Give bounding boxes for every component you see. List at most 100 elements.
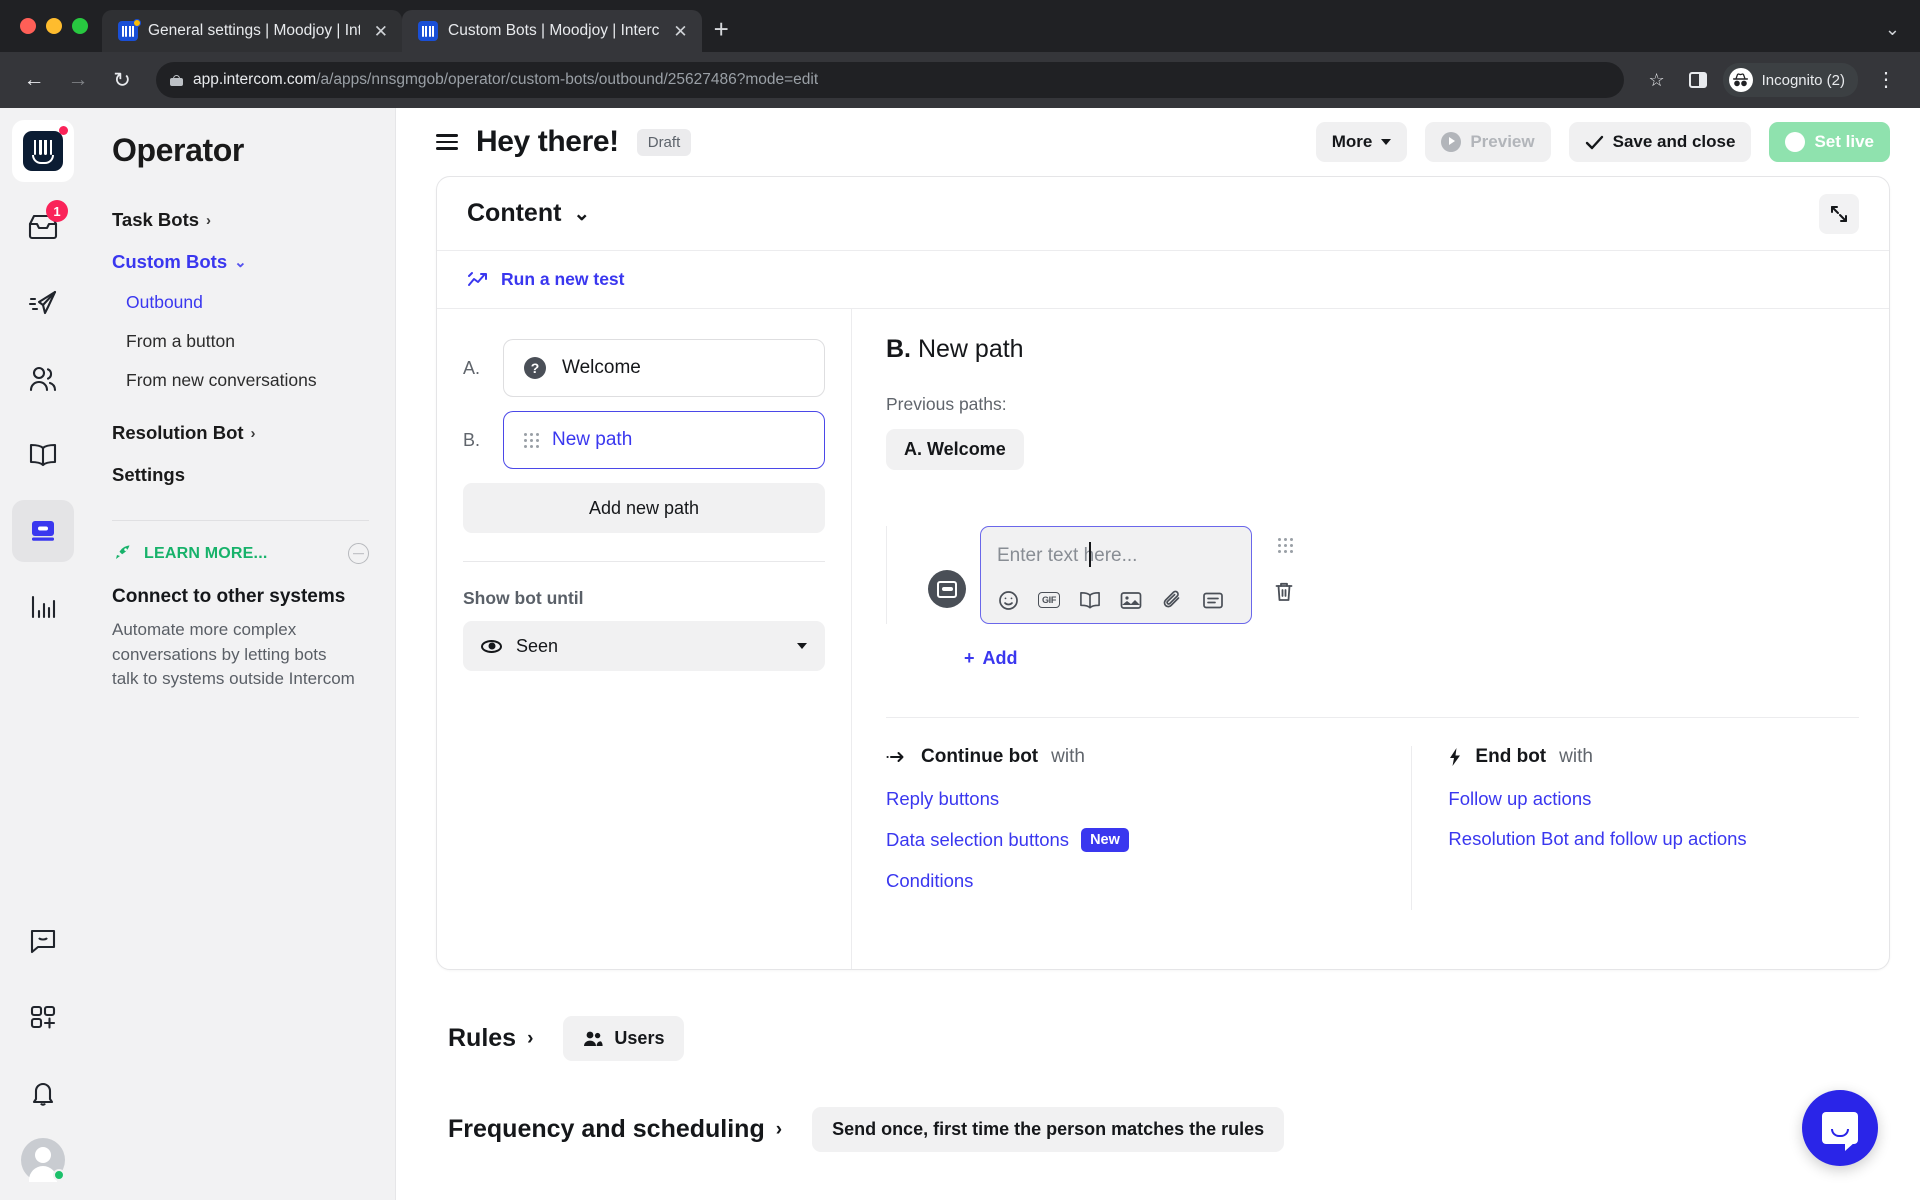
chevron-right-icon: › xyxy=(775,1118,783,1140)
sidebar-item-task-bots[interactable]: Task Bots › xyxy=(86,199,395,241)
sidebar-item-from-a-button[interactable]: From a button xyxy=(86,322,395,361)
bot-header-toolbar: Hey there! Draft More Preview Save and c… xyxy=(396,108,1920,176)
rail-item-operator[interactable] xyxy=(12,500,74,562)
reload-button[interactable]: ↻ xyxy=(102,60,142,100)
minimize-window-button[interactable] xyxy=(46,18,62,34)
editor-scroll-area[interactable]: Content ⌄ Run a new test A. ? Welcome B.… xyxy=(396,176,1920,1200)
rules-title[interactable]: Rules › xyxy=(448,1024,533,1053)
learn-more-label: LEARN MORE... xyxy=(144,544,268,562)
sidebar-item-outbound[interactable]: Outbound xyxy=(86,283,395,322)
more-button[interactable]: More xyxy=(1315,122,1408,162)
emoji-icon[interactable] xyxy=(997,589,1019,611)
previous-paths-label: Previous paths: xyxy=(886,394,1007,414)
trash-icon[interactable] xyxy=(1274,581,1294,608)
intercom-messenger-launcher[interactable] xyxy=(1802,1090,1878,1166)
image-icon[interactable] xyxy=(1120,589,1142,611)
paths-column: A. ? Welcome B. New path Add new path Sh… xyxy=(437,309,852,969)
content-section-title[interactable]: Content ⌄ xyxy=(467,199,590,228)
run-test-bar[interactable]: Run a new test xyxy=(437,251,1889,309)
rail-item-notifications[interactable] xyxy=(12,1062,74,1124)
add-step-button[interactable]: + Add xyxy=(964,648,1859,669)
link-follow-up-actions[interactable]: Follow up actions xyxy=(1448,788,1835,810)
link-reply-buttons[interactable]: Reply buttons xyxy=(886,788,1387,810)
previous-path-chip[interactable]: A. Welcome xyxy=(886,429,1024,470)
bot-actions-row: Continue bot with Reply buttons Data sel… xyxy=(886,717,1859,910)
rail-item-inbox[interactable]: 1 xyxy=(12,196,74,258)
continue-heading-rest: with xyxy=(1051,746,1085,767)
new-badge: New xyxy=(1081,828,1129,852)
minus-circle-icon[interactable] xyxy=(348,543,369,564)
message-editor-block: Enter text here... GIF xyxy=(886,526,1859,624)
rail-item-apps[interactable] xyxy=(12,986,74,1048)
messenger-icon xyxy=(30,929,56,954)
maximize-window-button[interactable] xyxy=(72,18,88,34)
add-new-path-button[interactable]: Add new path xyxy=(463,483,825,533)
window-controls[interactable] xyxy=(14,0,102,52)
bookmark-star-icon[interactable]: ☆ xyxy=(1638,70,1674,91)
incognito-indicator[interactable]: Incognito (2) xyxy=(1722,63,1858,97)
frequency-chip[interactable]: Send once, first time the person matches… xyxy=(812,1107,1285,1152)
rail-item-articles[interactable] xyxy=(12,424,74,486)
rail-item-intercom-logo[interactable] xyxy=(12,120,74,182)
browser-tab-custom-bots[interactable]: Custom Bots | Moodjoy | Interc ✕ xyxy=(402,10,702,52)
chevron-right-icon: › xyxy=(250,424,256,442)
rules-audience-chip[interactable]: Users xyxy=(563,1016,685,1061)
frequency-title[interactable]: Frequency and scheduling › xyxy=(448,1115,782,1144)
end-heading-bold: End bot xyxy=(1475,746,1547,767)
link-label: Resolution Bot and follow up actions xyxy=(1448,828,1747,849)
address-bar[interactable]: app.intercom.com/a/apps/nnsgmgob/operato… xyxy=(156,62,1625,98)
user-avatar[interactable] xyxy=(21,1138,65,1182)
link-label: Follow up actions xyxy=(1448,788,1592,809)
content-card-body: A. ? Welcome B. New path Add new path Sh… xyxy=(437,309,1889,969)
forward-button[interactable]: → xyxy=(58,60,98,100)
message-text-editor[interactable]: Enter text here... GIF xyxy=(980,526,1252,624)
attachment-icon[interactable] xyxy=(1161,589,1183,611)
editor-side-actions xyxy=(1274,538,1294,624)
show-bot-until-select[interactable]: Seen xyxy=(463,621,825,671)
path-item-new-path[interactable]: New path xyxy=(503,411,825,469)
link-resolution-bot-follow-up[interactable]: Resolution Bot and follow up actions xyxy=(1448,828,1835,850)
article-icon[interactable] xyxy=(1079,589,1101,611)
sidebar-item-resolution-bot[interactable]: Resolution Bot › xyxy=(86,412,395,454)
rocket-icon xyxy=(116,545,130,559)
bar-chart-icon xyxy=(31,595,56,619)
close-tab-icon[interactable]: ✕ xyxy=(669,21,691,42)
drag-grip-icon[interactable] xyxy=(1278,538,1293,553)
rail-item-outbound[interactable] xyxy=(12,272,74,334)
card-icon[interactable] xyxy=(1202,589,1224,611)
apps-grid-icon xyxy=(30,1005,56,1029)
tab-list-chevron-icon[interactable]: ⌄ xyxy=(1885,19,1920,52)
add-label: Add xyxy=(982,648,1018,668)
expand-button[interactable] xyxy=(1819,193,1859,234)
link-conditions[interactable]: Conditions xyxy=(886,870,1387,892)
rail-item-messenger[interactable] xyxy=(12,910,74,972)
tab-title: Custom Bots | Moodjoy | Interc xyxy=(448,22,660,39)
learn-card-title: Connect to other systems xyxy=(112,586,346,607)
bot-title: Hey there! xyxy=(476,125,619,158)
set-live-button[interactable]: Set live xyxy=(1769,122,1890,162)
side-panel-icon[interactable] xyxy=(1688,72,1707,88)
learn-more-header[interactable]: LEARN MORE... xyxy=(86,521,395,564)
menu-burger-icon[interactable] xyxy=(436,134,458,150)
chip-label: Users xyxy=(614,1028,665,1048)
back-button[interactable]: ← xyxy=(14,60,54,100)
new-tab-button[interactable]: + xyxy=(702,16,741,52)
close-tab-icon[interactable]: ✕ xyxy=(370,21,392,42)
sidebar-item-custom-bots[interactable]: Custom Bots ⌄ xyxy=(86,241,395,283)
link-data-selection-buttons[interactable]: Data selection buttons New xyxy=(886,828,1387,852)
browser-menu-icon[interactable]: ⋮ xyxy=(1862,70,1906,90)
chevron-down-icon: ⌄ xyxy=(234,254,247,271)
path-item-welcome[interactable]: ? Welcome xyxy=(503,339,825,397)
browser-tab-general-settings[interactable]: General settings | Moodjoy | Int ✕ xyxy=(102,10,402,52)
save-and-close-button[interactable]: Save and close xyxy=(1568,122,1752,162)
gif-icon[interactable]: GIF xyxy=(1038,592,1060,608)
sidebar-item-from-new-conversations[interactable]: From new conversations xyxy=(86,361,395,400)
drag-grip-icon[interactable] xyxy=(524,432,539,448)
section-label: Rules xyxy=(448,1024,517,1052)
rules-section: Rules › Users xyxy=(436,970,1890,1061)
preview-button[interactable]: Preview xyxy=(1425,122,1551,162)
rail-item-contacts[interactable] xyxy=(12,348,74,410)
rail-item-reports[interactable] xyxy=(12,576,74,638)
close-window-button[interactable] xyxy=(20,18,36,34)
sidebar-item-settings[interactable]: Settings xyxy=(86,454,395,496)
